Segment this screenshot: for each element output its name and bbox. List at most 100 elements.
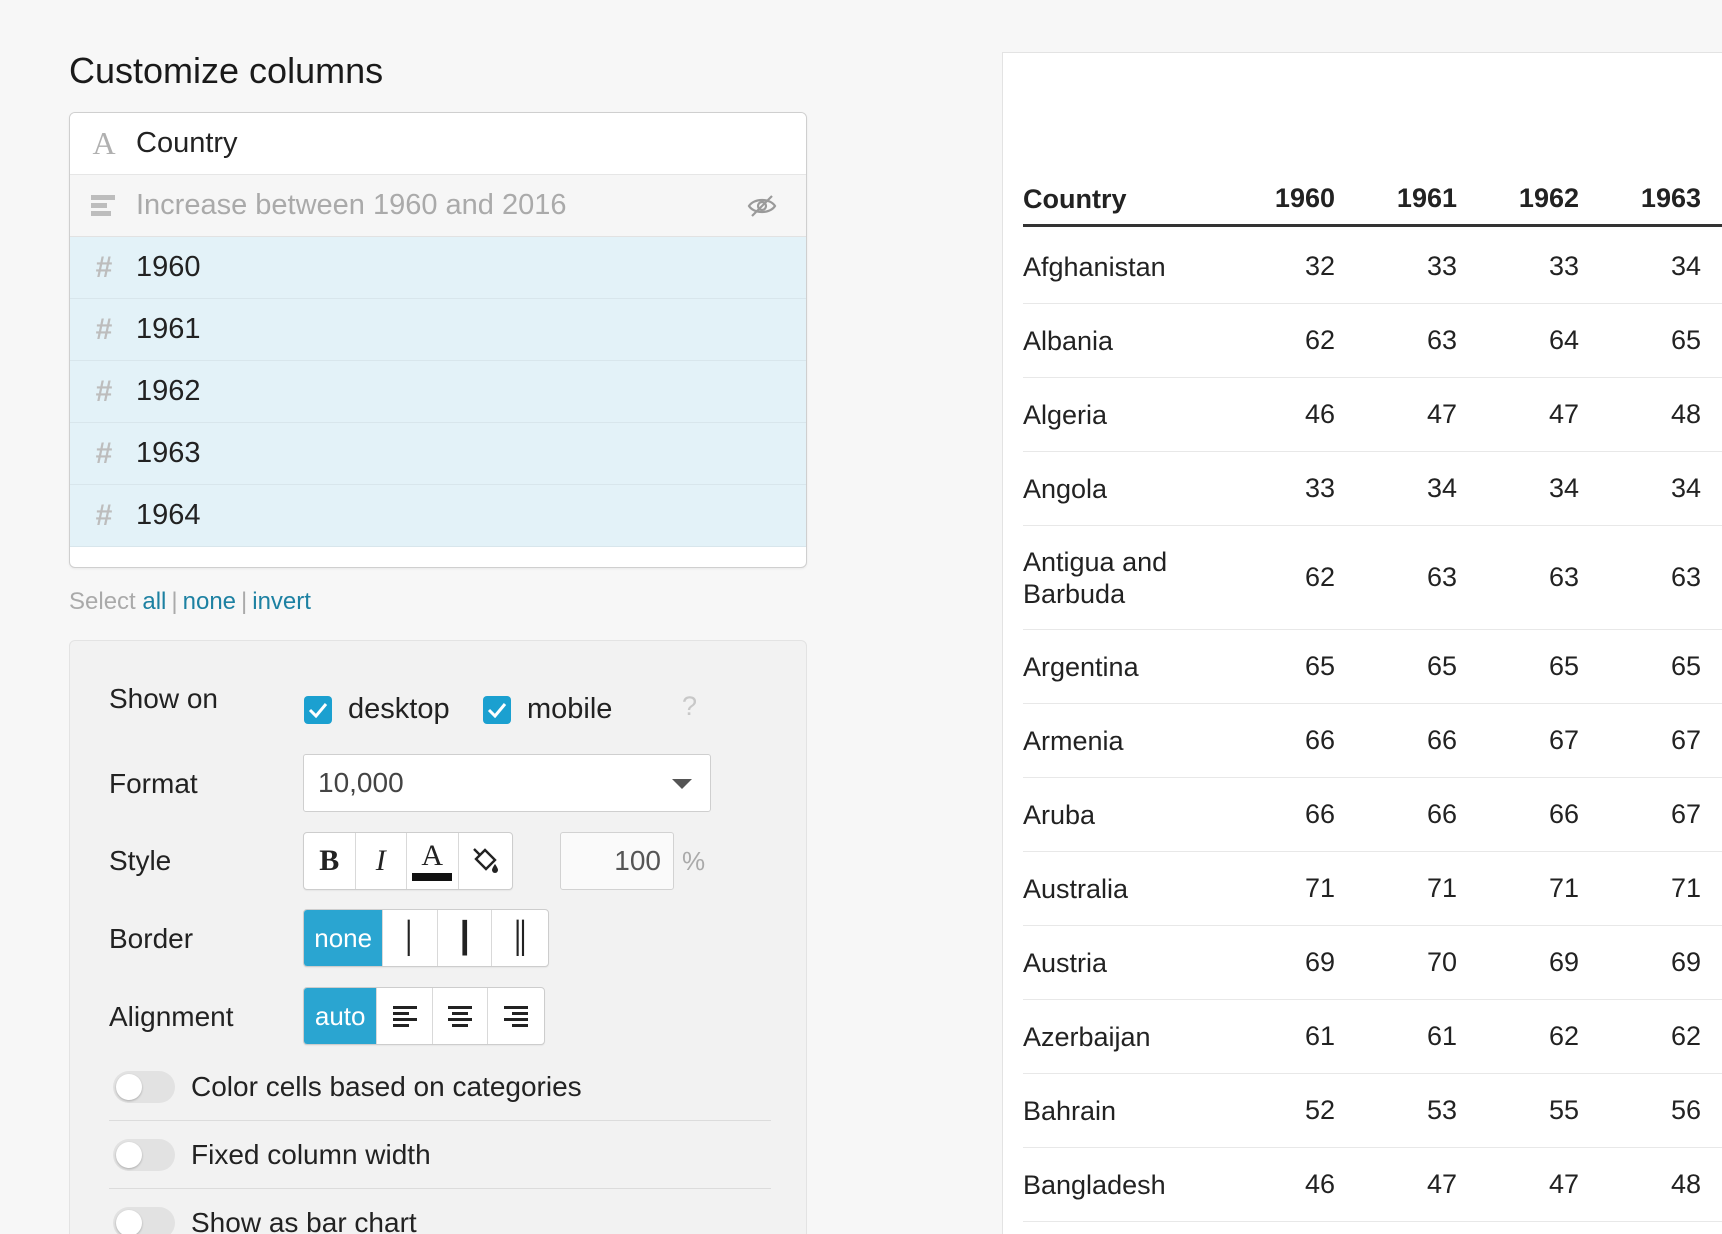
column-item-1960[interactable]: # 1960 [70,237,806,299]
align-center-button[interactable] [433,988,489,1044]
select-all-link[interactable]: all [142,588,166,615]
select-none-link[interactable]: none [183,588,236,615]
cell-value: 34 [1426,473,1457,503]
table-row: Antigua and Barbuda 62 63 63 63 [1023,526,1722,630]
cell-value: 53 [1426,1095,1457,1125]
column-label: 1964 [136,499,201,531]
border-thin-button[interactable]: │ [383,910,438,966]
paint-bucket-icon [473,848,499,873]
bar-chart-switch[interactable] [113,1207,175,1234]
cell-value: 66 [1548,799,1579,829]
separator: | [241,588,248,615]
text-color-icon: A [421,839,444,872]
column-label: 1961 [136,313,201,345]
header-1963[interactable]: 1963 [1579,183,1701,214]
cell-value: 34 [1670,251,1701,281]
column-list: A Country Increase between 1960 and 2016… [69,112,807,568]
column-label: 1962 [136,375,201,407]
cell-value: 47 [1426,399,1457,429]
table-row: Azerbaijan 61 61 62 62 [1023,1000,1722,1074]
align-right-icon [504,1006,529,1027]
column-item-1962[interactable]: # 1962 [70,361,806,423]
desktop-checkbox[interactable]: desktop [304,693,450,726]
cell-value: 61 [1304,1021,1335,1051]
column-item-increase[interactable]: Increase between 1960 and 2016 [70,175,806,237]
column-item-1963[interactable]: # 1963 [70,423,806,485]
cell-value: 71 [1670,873,1701,903]
cell-value: 34 [1548,473,1579,503]
column-item-1961[interactable]: # 1961 [70,299,806,361]
table-row: Armenia 66 66 67 67 [1023,704,1722,778]
column-label: Country [136,127,238,159]
select-prefix: Select [69,588,136,615]
cell-value: 66 [1426,799,1457,829]
bar-chart-type-icon [90,191,118,221]
help-icon[interactable]: ? [682,691,697,722]
cell-value: 61 [1426,1021,1457,1051]
left-panel: Customize columns A Country Increase bet… [0,0,1000,1234]
cell-value: 33 [1426,251,1457,281]
cell-value: 67 [1670,725,1701,755]
cell-value: 62 [1304,325,1335,355]
bold-button[interactable]: B [304,833,356,889]
number-type-icon: # [95,374,113,408]
border-double-button[interactable]: ║ [492,910,548,966]
align-left-button[interactable] [377,988,433,1044]
eye-hidden-icon[interactable] [746,192,778,220]
cell-value: 47 [1548,399,1579,429]
cell-value: 34 [1670,473,1701,503]
page-title: Customize columns [69,50,384,91]
header-country[interactable]: Country [1023,183,1213,215]
cell-value: 71 [1426,873,1457,903]
header-1960[interactable]: 1960 [1213,183,1335,214]
table-row: Argentina 65 65 65 65 [1023,630,1722,704]
color-cells-switch[interactable] [113,1070,175,1103]
cell-country: Bahrain [1023,1095,1117,1126]
column-label: 1963 [136,437,201,469]
select-invert-link[interactable]: invert [252,588,311,615]
style-button-group: B I A [303,832,513,890]
column-label: Increase between 1960 and 2016 [136,189,567,221]
cell-value: 62 [1304,562,1335,592]
column-item-country[interactable]: A Country [70,113,806,175]
number-type-icon: # [95,312,113,346]
format-select[interactable]: 10,000 [303,754,711,812]
table-row: Australia 71 71 71 71 [1023,852,1722,926]
toggle-row: Show as bar chart [109,1189,771,1234]
cell-value: 47 [1426,1169,1457,1199]
cell-value: 69 [1548,947,1579,977]
border-none-button[interactable]: none [304,910,384,966]
toggle-label: Color cells based on categories [191,1070,582,1102]
column-label: 1960 [136,251,201,283]
mobile-checkbox[interactable]: mobile [483,693,612,726]
border-thick-button[interactable]: ┃ [438,910,493,966]
cell-country: Algeria [1023,399,1108,430]
table-preview: Country 1960 1961 1962 1963 Afghanistan 3… [1002,52,1722,1234]
align-right-button[interactable] [488,988,544,1044]
color-swatch [412,873,453,881]
cell-value: 55 [1548,1095,1579,1125]
mobile-label: mobile [527,693,613,725]
cell-country: Bangladesh [1023,1169,1166,1200]
cell-value: 65 [1426,651,1457,681]
cell-value: 67 [1548,725,1579,755]
header-1962[interactable]: 1962 [1457,183,1579,214]
width-input[interactable]: 100 [560,832,674,890]
fill-bucket-button[interactable] [459,833,512,889]
percent-unit: % [682,846,706,876]
align-auto-button[interactable]: auto [304,988,378,1044]
toggle-row: Fixed column width [109,1121,771,1189]
italic-button[interactable]: I [356,833,407,889]
cell-value: 48 [1670,1169,1701,1199]
cell-value: 56 [1670,1095,1701,1125]
column-item-1964[interactable]: # 1964 [70,485,806,547]
cell-value: 71 [1304,873,1335,903]
cell-value: 70 [1426,947,1457,977]
cell-value: 66 [1304,799,1335,829]
header-1961[interactable]: 1961 [1335,183,1457,214]
text-color-button[interactable]: A [407,833,459,889]
cell-value: 33 [1548,251,1579,281]
cell-value: 65 [1670,325,1701,355]
checkmark-icon [483,695,511,724]
fixed-width-switch[interactable] [113,1138,175,1171]
